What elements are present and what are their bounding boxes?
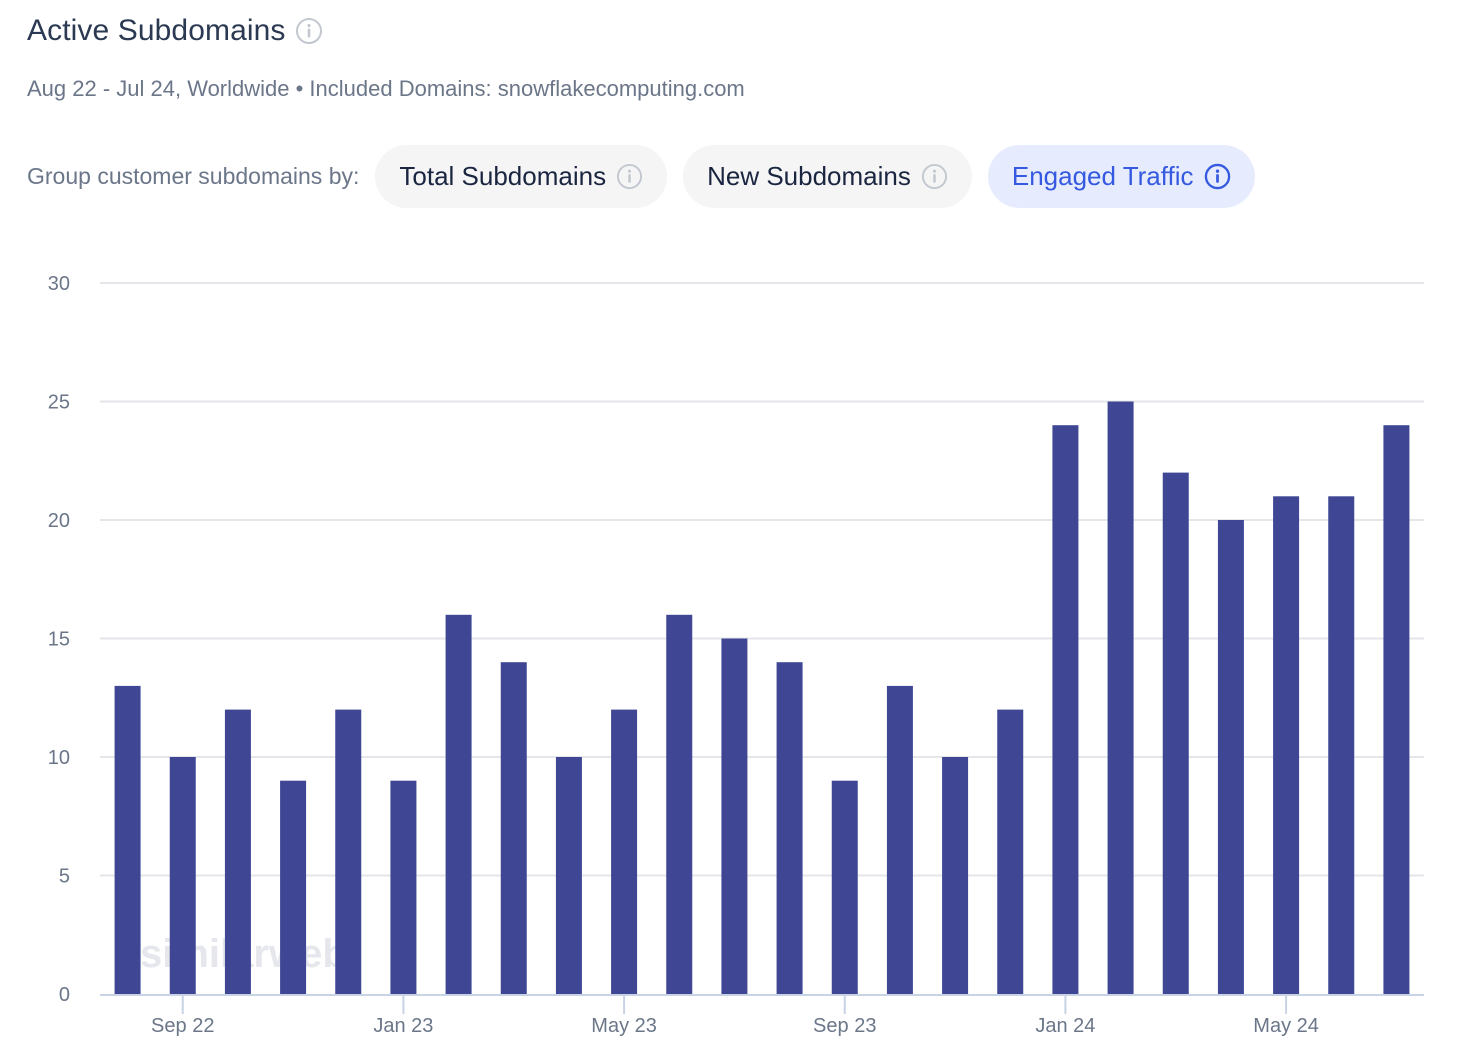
bar-jul-24[interactable] — [1383, 425, 1410, 994]
y-tick-label: 30 — [48, 273, 70, 295]
bar-sep-23[interactable] — [831, 780, 858, 994]
bar-chart-svg: 051015202530 similarweb Sep 22Jan 23May … — [48, 273, 1424, 1037]
bar-feb-23[interactable] — [445, 614, 472, 994]
x-tick-label: Jan 24 — [1035, 1015, 1095, 1037]
bar-jan-24[interactable] — [1052, 425, 1079, 994]
total-subdomains-button[interactable]: Total Subdomains — [375, 145, 668, 208]
bar-mar-24[interactable] — [1162, 472, 1189, 995]
bar-mar-23[interactable] — [500, 662, 527, 994]
group-by-label: Group customer subdomains by: — [27, 163, 360, 189]
bar-jun-24[interactable] — [1328, 496, 1355, 994]
x-tick-label: May 24 — [1253, 1015, 1319, 1037]
chart-title: Active Subdomains — [27, 14, 286, 47]
chart-header: Active Subdomains — [27, 14, 323, 48]
bar-feb-24[interactable] — [1107, 401, 1134, 995]
bars — [114, 401, 1410, 995]
bar-jul-23[interactable] — [721, 638, 748, 995]
bar-nov-22[interactable] — [280, 780, 307, 994]
chart-subtitle: Aug 22 - Jul 24, Worldwide • Included Do… — [27, 76, 745, 101]
total-subdomains-label: Total Subdomains — [399, 161, 607, 191]
bar-aug-22[interactable] — [114, 685, 141, 994]
new-subdomains-label: New Subdomains — [707, 161, 911, 191]
y-tick-label: 10 — [48, 747, 70, 769]
y-tick-label: 0 — [59, 984, 70, 1006]
bar-apr-24[interactable] — [1217, 520, 1244, 994]
info-icon[interactable] — [1204, 163, 1231, 190]
bar-chart: 051015202530 similarweb Sep 22Jan 23May … — [0, 240, 1470, 1062]
x-tick-label: May 23 — [591, 1015, 657, 1037]
bar-apr-23[interactable] — [555, 757, 582, 994]
bar-aug-23[interactable] — [776, 662, 803, 994]
x-axis-ticks: Sep 22 Jan 23 May 23 Sep 23 Jan 24 May 24 — [151, 996, 1319, 1037]
bar-jun-23[interactable] — [666, 614, 693, 994]
bar-oct-23[interactable] — [886, 685, 913, 994]
engaged-traffic-label: Engaged Traffic — [1011, 161, 1194, 191]
bar-may-24[interactable] — [1273, 496, 1300, 994]
bar-sep-22[interactable] — [169, 757, 196, 994]
bar-nov-23[interactable] — [942, 757, 969, 994]
info-icon[interactable] — [295, 17, 323, 45]
y-tick-label: 15 — [48, 629, 70, 651]
y-axis-ticks: 0 5 10 15 20 25 30 — [48, 273, 70, 1006]
bar-dec-22[interactable] — [335, 709, 362, 994]
bar-dec-23[interactable] — [997, 709, 1024, 994]
y-tick-label: 20 — [48, 510, 70, 532]
info-icon[interactable] — [921, 163, 948, 190]
y-tick-label: 25 — [48, 392, 70, 414]
info-icon[interactable] — [616, 163, 643, 190]
x-tick-label: Jan 23 — [373, 1015, 433, 1037]
engaged-traffic-button[interactable]: Engaged Traffic — [987, 145, 1255, 208]
bar-may-23[interactable] — [611, 709, 638, 994]
x-tick-label: Sep 23 — [813, 1015, 876, 1037]
bar-oct-22[interactable] — [224, 709, 251, 994]
group-by-selector: Group customer subdomains by: Total Subd… — [27, 145, 1271, 208]
bar-jan-23[interactable] — [390, 780, 417, 994]
x-tick-label: Sep 22 — [151, 1015, 214, 1037]
new-subdomains-button[interactable]: New Subdomains — [683, 145, 972, 208]
y-tick-label: 5 — [59, 866, 70, 888]
